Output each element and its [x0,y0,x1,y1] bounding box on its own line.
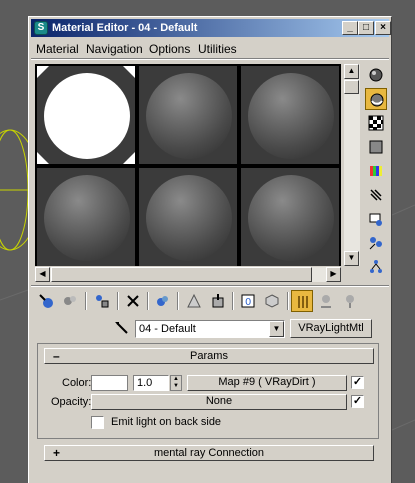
go-to-parent-icon[interactable] [315,290,337,312]
material-editor-window: S Material Editor - 04 - Default _ □ × M… [28,16,392,483]
sample-slot-6[interactable] [241,168,339,266]
svg-text:0: 0 [245,297,251,308]
menu-utilities[interactable]: Utilities [198,42,237,56]
mental-ray-rollout-header[interactable]: + mental ray Connection [44,445,374,461]
menu-options[interactable]: Options [149,42,190,56]
reset-map-icon[interactable] [122,290,144,312]
make-material-copy-icon[interactable] [152,290,174,312]
multiplier-spinner[interactable]: ▲ ▼ [170,375,182,391]
toolbar-divider [117,292,119,310]
active-slot-corners [37,66,135,164]
window-title: Material Editor - 04 - Default [52,22,198,34]
menu-material[interactable]: Material [36,42,79,56]
video-color-check-icon[interactable] [365,160,387,182]
title-bar[interactable]: S Material Editor - 04 - Default _ □ × [31,19,391,37]
toolbar-divider [177,292,179,310]
options-icon[interactable] [365,208,387,230]
color-swatch[interactable] [91,375,128,391]
material-preview-sphere [248,73,334,159]
menu-separator [31,58,389,60]
slots-horizontal-scrollbar[interactable]: ◀ ▶ [35,267,341,282]
material-preview-sphere [44,175,130,261]
close-button[interactable]: × [375,21,391,35]
select-by-material-icon[interactable] [365,232,387,254]
maximize-button[interactable]: □ [358,21,374,35]
emit-back-side-label: Emit light on back side [111,416,222,428]
material-name-dropdown[interactable]: 04 - Default ▼ [135,320,285,338]
sample-type-sphere-icon[interactable] [365,64,387,86]
scroll-left-arrow-icon[interactable]: ◀ [35,267,50,282]
get-material-icon[interactable] [35,290,57,312]
material-effects-channel-icon[interactable]: 0 [237,290,259,312]
minimize-button[interactable]: _ [342,21,358,35]
toolbar-divider [147,292,149,310]
slots-vertical-scrollbar[interactable]: ▲ ▼ [344,64,360,266]
show-map-in-viewport-icon[interactable] [261,290,283,312]
make-preview-icon[interactable] [365,184,387,206]
horizontal-scroll-thumb[interactable] [51,267,312,282]
sample-slots-grid [35,64,341,266]
toolbar-separator [31,285,389,287]
sample-slot-4[interactable] [37,168,135,266]
go-forward-to-sibling-icon[interactable] [339,290,361,312]
opacity-map-enable-checkbox[interactable]: ✓ [351,395,364,408]
toolbar-divider [287,292,289,310]
params-rollout-title: Params [190,350,228,362]
backlight-icon[interactable] [365,88,387,110]
toolbar-divider [85,292,87,310]
toolbar-divider [232,292,234,310]
material-map-navigator-icon[interactable] [365,256,387,278]
sample-slot-1[interactable] [37,66,135,164]
put-material-to-scene-icon[interactable] [59,290,81,312]
material-name-value: 04 - Default [139,323,196,335]
mental-ray-rollout-title: mental ray Connection [153,447,265,459]
material-preview-sphere [146,175,232,261]
params-rollout-header[interactable]: – Params [44,348,374,364]
sample-uv-tiling-icon[interactable] [365,136,387,158]
assign-material-to-selection-icon[interactable] [91,290,113,312]
color-multiplier-value: 1.0 [137,377,153,389]
material-type-button[interactable]: VRayLightMtl [290,319,372,338]
3ds-max-logo-icon: S [34,21,48,35]
vertical-scroll-thumb[interactable] [344,80,359,94]
scroll-right-arrow-icon[interactable]: ▶ [326,267,341,282]
pick-material-from-object-icon[interactable] [113,320,131,338]
sample-slot-2[interactable] [139,66,237,164]
material-preview-sphere [248,175,334,261]
emit-back-side-checkbox[interactable] [91,416,104,429]
opacity-label: Opacity: [51,396,92,408]
opacity-map-button[interactable]: None [91,394,347,410]
menu-navigation[interactable]: Navigation [86,42,143,56]
scroll-up-arrow-icon[interactable]: ▲ [344,64,359,79]
sample-slot-5[interactable] [139,168,237,266]
color-label: Color: [62,377,92,389]
menu-bar: Material Navigation Options Utilities [31,39,389,57]
show-end-result-icon[interactable] [291,290,313,312]
put-to-library-icon[interactable] [207,290,229,312]
color-map-enable-checkbox[interactable]: ✓ [351,376,364,389]
sample-slot-3[interactable] [241,66,339,164]
make-unique-icon[interactable] [183,290,205,312]
chevron-down-icon[interactable]: ▼ [269,321,284,337]
color-map-button[interactable]: Map #9 ( VRayDirt ) [187,375,347,391]
material-preview-sphere [146,73,232,159]
background-checker-icon[interactable] [365,112,387,134]
scroll-down-arrow-icon[interactable]: ▼ [344,251,359,266]
color-multiplier-field[interactable]: 1.0 [133,375,169,391]
